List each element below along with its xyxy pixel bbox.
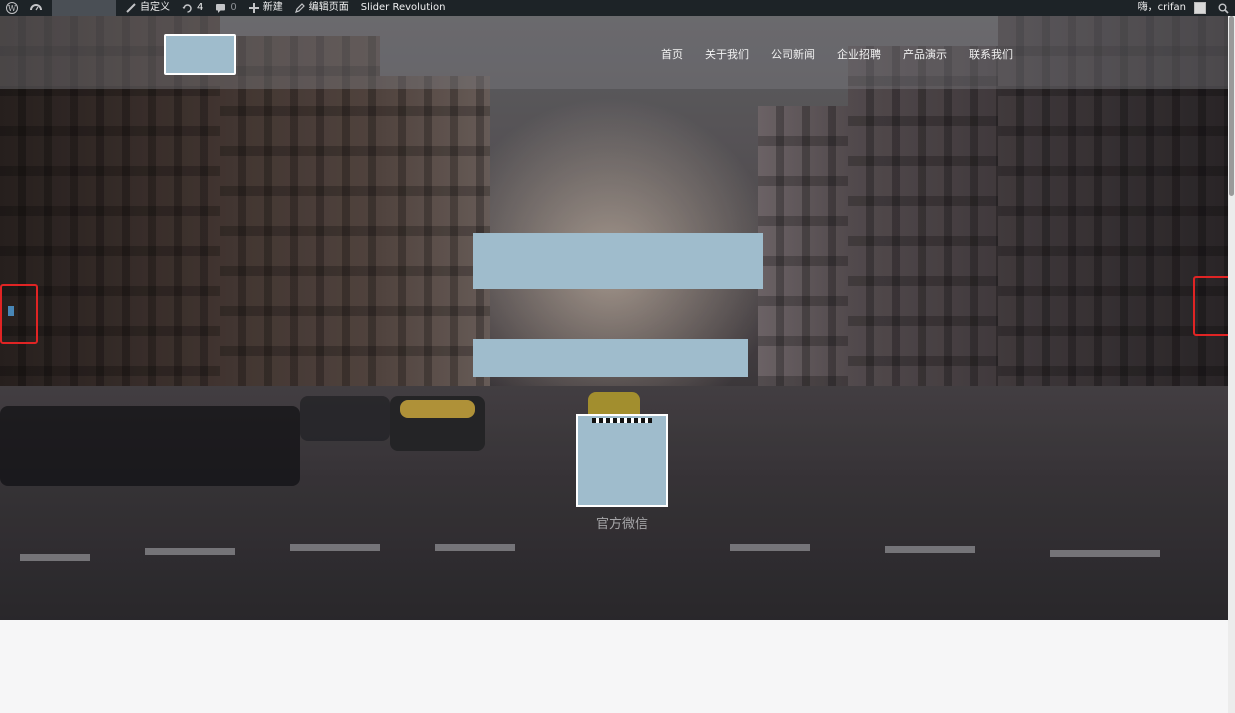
customize-label: 自定义 — [140, 2, 170, 13]
site-header: 首页 关于我们 公司新闻 企业招聘 产品演示 联系我们 — [0, 16, 1228, 89]
account-menu-item[interactable]: 嗨，crifan — [1132, 0, 1212, 16]
customize-menu-item[interactable]: 自定义 — [120, 0, 176, 16]
main-nav: 首页 关于我们 公司新闻 企业招聘 产品演示 联系我们 — [650, 46, 1024, 62]
refresh-icon — [182, 3, 193, 14]
brush-icon — [126, 3, 136, 13]
nav-item-careers[interactable]: 企业招聘 — [826, 46, 892, 62]
qr-caption: 官方微信 — [595, 517, 648, 532]
updates-menu-item[interactable]: 4 — [176, 0, 209, 16]
scrollbar-thumb[interactable] — [1229, 16, 1234, 196]
slider-revolution-menu-item[interactable]: Slider Revolution — [355, 0, 452, 16]
slider-next-arrow[interactable] — [1193, 276, 1228, 336]
slider-prev-arrow[interactable] — [0, 284, 38, 344]
nav-item-about[interactable]: 关于我们 — [694, 46, 760, 62]
comments-menu-item[interactable]: 0 — [209, 0, 242, 16]
comments-count: 0 — [230, 2, 237, 13]
slide-subtitle-image — [473, 339, 748, 377]
updates-count: 4 — [197, 2, 204, 13]
edit-page-menu-item[interactable]: 编辑页面 — [289, 0, 355, 16]
svg-text:W: W — [8, 4, 17, 13]
slide-title-image — [473, 233, 763, 289]
pencil-icon — [294, 3, 305, 13]
search-icon[interactable] — [1212, 0, 1235, 16]
edit-page-label: 编辑页面 — [308, 2, 349, 13]
comment-bubble-icon — [215, 3, 226, 14]
wechat-qr-code — [576, 414, 668, 507]
slider-revolution-label: Slider Revolution — [360, 2, 446, 13]
wordpress-logo-icon[interactable]: W — [0, 0, 24, 16]
hero-slider: 首页 关于我们 公司新闻 企业招聘 产品演示 联系我们 官方微信 — [0, 16, 1228, 620]
site-name-redacted[interactable] — [52, 0, 116, 16]
nav-item-contact[interactable]: 联系我们 — [958, 46, 1024, 62]
page-content-area — [0, 620, 1228, 713]
site-logo[interactable] — [164, 34, 236, 75]
avatar — [1194, 2, 1206, 14]
wp-admin-bar: W 自定义 4 0 新建 编辑页面 Slider Revolution 嗨，cr… — [0, 0, 1235, 16]
dashboard-icon[interactable] — [24, 0, 48, 16]
nav-item-products[interactable]: 产品演示 — [892, 46, 958, 62]
nav-item-home[interactable]: 首页 — [650, 46, 694, 62]
plus-icon — [248, 3, 259, 13]
greeting-label: 嗨，crifan — [1137, 2, 1186, 13]
new-label: 新建 — [262, 2, 283, 13]
scrollbar[interactable] — [1228, 16, 1235, 713]
new-menu-item[interactable]: 新建 — [243, 0, 289, 16]
nav-item-news[interactable]: 公司新闻 — [760, 46, 826, 62]
